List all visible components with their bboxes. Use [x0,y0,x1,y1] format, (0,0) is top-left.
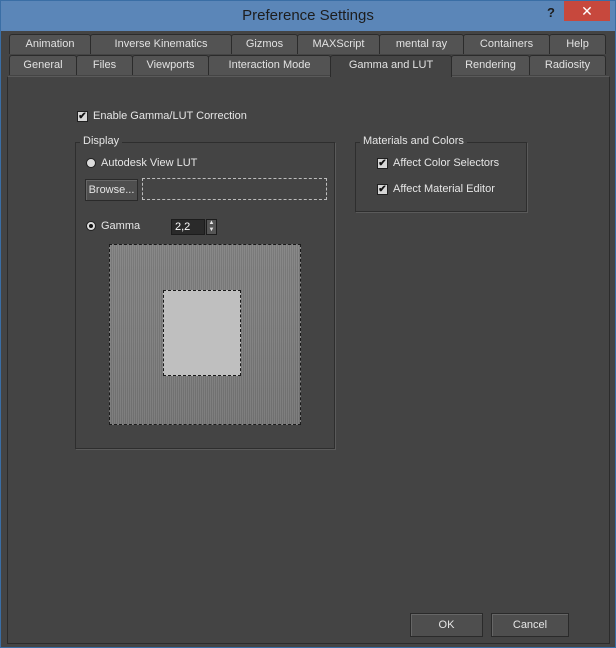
affect-color-selectors-checkbox[interactable]: ✔ [377,158,388,169]
tab-inverse-kinematics[interactable]: Inverse Kinematics [90,34,232,54]
tab-animation[interactable]: Animation [9,34,91,54]
display-group-title: Display [80,135,123,147]
tab-general[interactable]: General [9,55,77,75]
spinner-up-icon[interactable]: ▲ [207,220,216,227]
tab-radiosity[interactable]: Radiosity [529,55,606,75]
gamma-spinner[interactable]: ▲ ▼ [206,219,217,235]
gamma-test-inner-square [163,290,241,376]
cancel-button[interactable]: Cancel [491,613,569,637]
close-button[interactable]: ✕ [564,1,610,21]
autodesk-view-lut-radio[interactable] [86,158,96,168]
gamma-radio[interactable] [86,221,96,231]
ok-button[interactable]: OK [410,613,483,637]
gamma-label: Gamma [101,220,141,232]
tab-interaction-mode[interactable]: Interaction Mode [208,55,331,75]
tab-containers[interactable]: Containers [463,34,550,54]
affect-color-selectors-label: Affect Color Selectors [393,157,500,169]
spinner-down-icon[interactable]: ▼ [207,227,216,234]
affect-material-editor-label: Affect Material Editor [393,183,495,195]
autodesk-view-lut-label: Autodesk View LUT [101,157,198,169]
window-title: Preference Settings [242,7,374,24]
gamma-value-input[interactable]: 2,2 [171,219,205,235]
tab-files[interactable]: Files [76,55,133,75]
tab-rendering[interactable]: Rendering [451,55,530,75]
gamma-test-pattern [109,244,301,425]
tab-help[interactable]: Help [549,34,606,54]
affect-material-editor-checkbox[interactable]: ✔ [377,184,388,195]
lut-path-field[interactable] [142,178,327,200]
materials-colors-group-title: Materials and Colors [360,135,467,147]
tab-viewports[interactable]: Viewports [132,55,209,75]
tab-gamma-and-lut[interactable]: Gamma and LUT [330,55,452,77]
enable-gamma-lut-checkbox[interactable]: ✔ [77,111,88,122]
tab-gizmos[interactable]: Gizmos [231,34,298,54]
preference-settings-dialog: Preference Settings ? ✕ Animation Invers… [0,0,616,648]
materials-colors-group [355,142,527,212]
tab-maxscript[interactable]: MAXScript [297,34,380,54]
enable-gamma-lut-label: Enable Gamma/LUT Correction [93,110,247,122]
help-button[interactable]: ? [542,5,560,23]
tab-mental-ray[interactable]: mental ray [379,34,464,54]
browse-button[interactable]: Browse... [85,179,138,201]
title-bar[interactable]: Preference Settings ? ✕ [1,1,615,31]
